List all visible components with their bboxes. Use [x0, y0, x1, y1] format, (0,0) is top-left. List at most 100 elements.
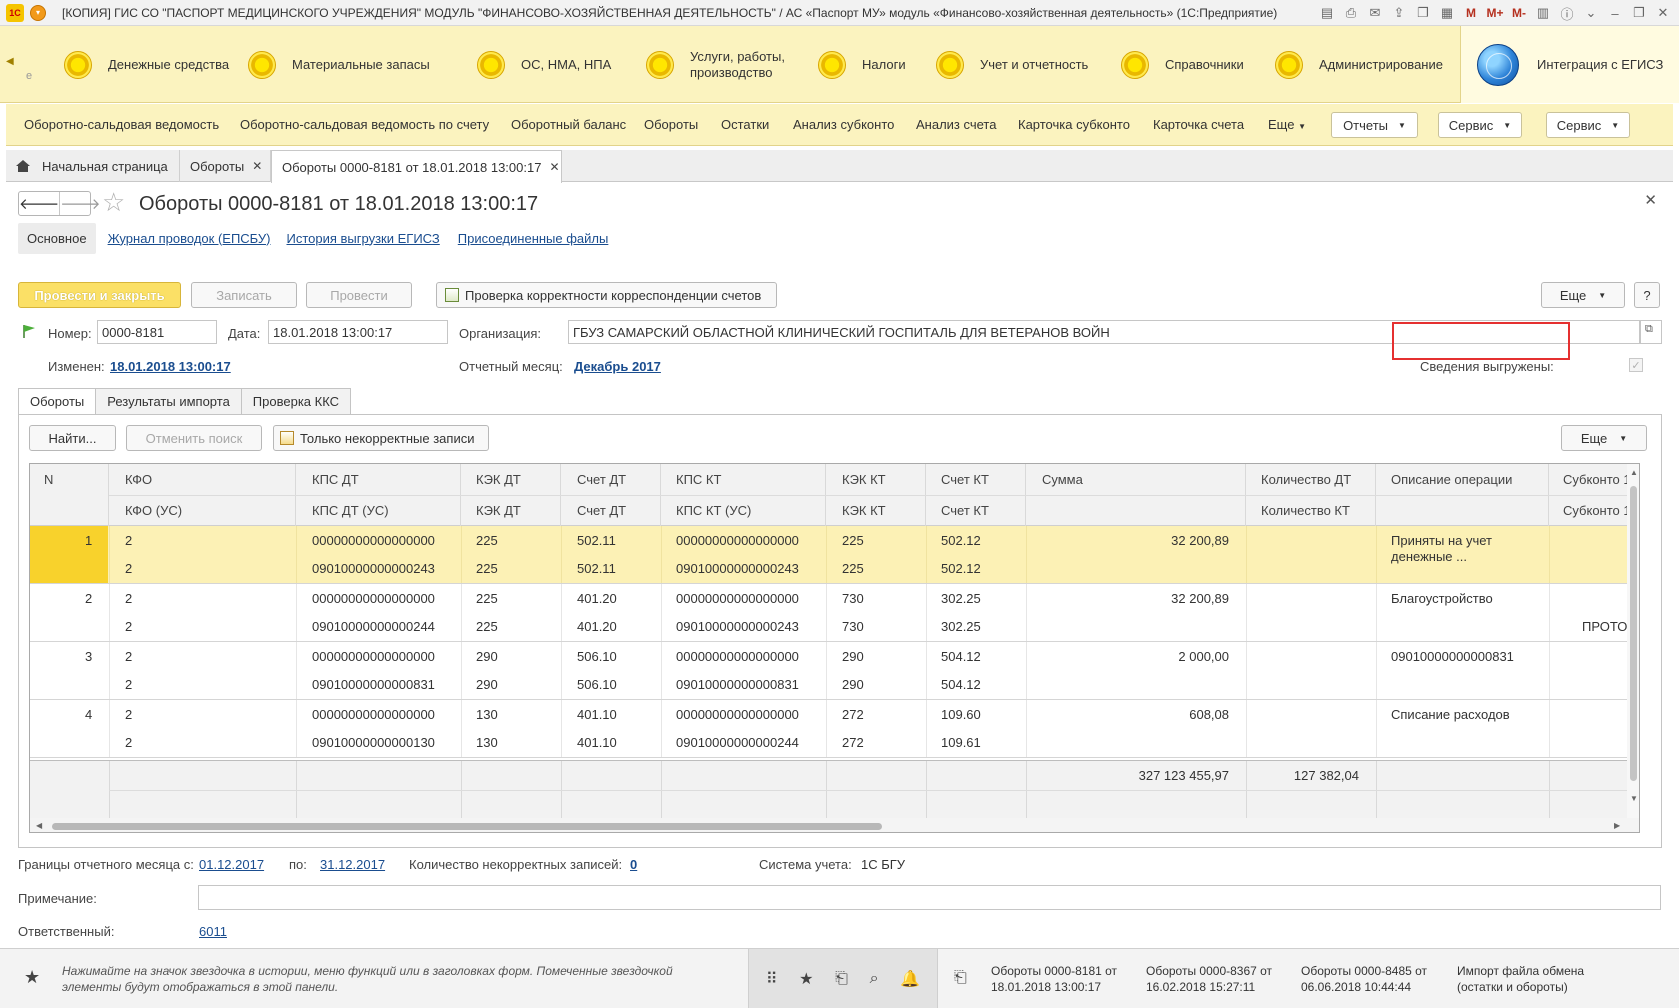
- col-header-qty-kt[interactable]: Количество КТ: [1261, 503, 1350, 518]
- responsible-value[interactable]: 6011: [199, 924, 227, 939]
- section-taxes[interactable]: Налоги: [818, 26, 906, 103]
- vertical-scroll-thumb[interactable]: [1630, 486, 1637, 781]
- date-field[interactable]: 18.01.2018 13:00:17: [268, 320, 448, 344]
- link-egisz-history[interactable]: История выгрузки ЕГИСЗ: [287, 231, 440, 246]
- section-administration[interactable]: Администрирование: [1275, 26, 1443, 103]
- col-header-n[interactable]: N: [44, 472, 53, 487]
- section-egisz-integration[interactable]: Интеграция с ЕГИСЗ: [1460, 26, 1679, 103]
- col-header-qty-dt[interactable]: Количество ДТ: [1261, 472, 1351, 487]
- calendar-icon[interactable]: ▦: [1437, 3, 1457, 23]
- col-header-account-dt[interactable]: Счет ДТ: [577, 472, 626, 487]
- note-field[interactable]: [198, 885, 1661, 910]
- history-item-1[interactable]: Обороты 0000-8181 от 18.01.2018 13:00:17: [991, 963, 1117, 995]
- col-header-description[interactable]: Описание операции: [1391, 472, 1512, 487]
- month-to-value[interactable]: 31.12.2017: [320, 857, 385, 872]
- panels-icon[interactable]: ▥: [1533, 3, 1553, 23]
- post-button[interactable]: Провести: [306, 282, 412, 308]
- func-turnovers[interactable]: Обороты: [644, 117, 698, 132]
- tab-kks-check[interactable]: Проверка ККС: [240, 388, 352, 415]
- favorites-icon[interactable]: ★: [799, 969, 813, 989]
- close-icon[interactable]: ✕: [549, 160, 559, 174]
- func-turnover-balance-by-account[interactable]: Оборотно-сальдовая ведомость по счету: [240, 117, 489, 132]
- col-header-sum[interactable]: Сумма: [1042, 472, 1083, 487]
- history-item-2[interactable]: Обороты 0000-8367 от 16.02.2018 15:27:11: [1146, 963, 1272, 995]
- col-header-kek-kt[interactable]: КЭК КТ: [842, 472, 886, 487]
- func-subconto-analysis[interactable]: Анализ субконто: [793, 117, 894, 132]
- func-subconto-card[interactable]: Карточка субконто: [1018, 117, 1130, 132]
- search-icon[interactable]: ⌕: [870, 970, 879, 988]
- main-menu-button[interactable]: ▾: [30, 4, 46, 21]
- section-money[interactable]: Денежные средства: [64, 26, 229, 103]
- func-balances[interactable]: Остатки: [721, 117, 769, 132]
- col-header-kfo[interactable]: КФО: [125, 472, 152, 487]
- scroll-down-icon[interactable]: ▼: [1630, 794, 1638, 803]
- scroll-right-icon[interactable]: ▶: [1614, 821, 1620, 830]
- table-row[interactable]: 4 2 2 00000000000000000 0901000000000013…: [30, 700, 1639, 758]
- save-icon[interactable]: ▤: [1317, 3, 1337, 23]
- help-button[interactable]: ?: [1634, 282, 1660, 308]
- post-and-close-button[interactable]: Провести и закрыть: [18, 282, 181, 308]
- link-main[interactable]: Основное: [18, 222, 96, 254]
- col-header-kfo-us[interactable]: КФО (УС): [125, 503, 182, 518]
- grid-menu-icon[interactable]: ⠿: [766, 969, 778, 989]
- tab-turnovers-document[interactable]: Обороты 0000-8181 от 18.01.2018 13:00:17…: [271, 150, 562, 183]
- close-icon[interactable]: ✕: [1653, 3, 1673, 23]
- restore-icon[interactable]: ❐: [1629, 3, 1649, 23]
- favorite-star-icon[interactable]: ★: [24, 967, 40, 988]
- section-fixed-assets[interactable]: ОС, НМА, НПА: [477, 26, 611, 103]
- col-header-kek-dt[interactable]: КЭК ДТ: [476, 472, 521, 487]
- cancel-search-button[interactable]: Отменить поиск: [126, 425, 262, 451]
- tab-home[interactable]: Начальная страница: [6, 150, 180, 182]
- back-arrow-icon[interactable]: 🡐: [19, 192, 61, 215]
- turnovers-table[interactable]: N КФО КФО (УС) КПС ДТ КПС ДТ (УС) КЭК ДТ…: [29, 463, 1640, 833]
- scroll-left-icon[interactable]: ◀: [6, 56, 14, 67]
- table-row[interactable]: 3 2 2 00000000000000000 0901000000000083…: [30, 642, 1639, 700]
- horizontal-scrollbar[interactable]: ◀ ▶: [30, 818, 1639, 832]
- info-icon[interactable]: ⓘ: [1557, 3, 1577, 23]
- find-button[interactable]: Найти...: [29, 425, 116, 451]
- col-header-kek-dt-2[interactable]: КЭК ДТ: [476, 503, 521, 518]
- func-account-analysis[interactable]: Анализ счета: [916, 117, 996, 132]
- section-materials[interactable]: Материальные запасы: [248, 26, 430, 103]
- section-services[interactable]: Услуги, работы, производство: [646, 26, 810, 103]
- vertical-scrollbar[interactable]: ▲ ▼: [1627, 464, 1639, 818]
- more-button[interactable]: Еще ▼: [1541, 282, 1625, 308]
- close-icon[interactable]: ✕: [1644, 191, 1657, 209]
- memory-m-plus-button[interactable]: M+: [1485, 3, 1505, 23]
- only-incorrect-button[interactable]: Только некорректные записи: [273, 425, 489, 451]
- minimize-icon[interactable]: –: [1605, 3, 1625, 23]
- chevron-down-icon[interactable]: ⌄: [1581, 3, 1601, 23]
- grid-more-button[interactable]: Еще ▼: [1561, 425, 1647, 451]
- col-header-kek-kt-2[interactable]: КЭК КТ: [842, 503, 886, 518]
- copy-icon[interactable]: ❐: [1413, 3, 1433, 23]
- func-turnover-balance[interactable]: Оборотный баланс: [511, 117, 626, 132]
- favorite-star-icon[interactable]: ☆: [102, 187, 125, 218]
- col-header-account-kt[interactable]: Счет КТ: [941, 472, 989, 487]
- history-item-4[interactable]: Импорт файла обмена (остатки и обороты): [1457, 963, 1584, 995]
- scroll-up-icon[interactable]: ▲: [1630, 468, 1638, 477]
- exported-checkbox[interactable]: ✓: [1629, 358, 1643, 372]
- section-references[interactable]: Справочники: [1121, 26, 1244, 103]
- col-header-kps-dt-us[interactable]: КПС ДТ (УС): [312, 503, 389, 518]
- scroll-left-icon[interactable]: ◀: [36, 821, 42, 830]
- link-attached-files[interactable]: Присоединенные файлы: [458, 231, 609, 246]
- memory-m-button[interactable]: M: [1461, 3, 1481, 23]
- col-header-account-kt-2[interactable]: Счет КТ: [941, 503, 989, 518]
- col-header-kps-dt[interactable]: КПС ДТ: [312, 472, 359, 487]
- col-header-kps-kt[interactable]: КПС КТ: [676, 472, 721, 487]
- func-account-card[interactable]: Карточка счета: [1153, 117, 1244, 132]
- horizontal-scroll-thumb[interactable]: [52, 823, 882, 830]
- incorrect-count-value[interactable]: 0: [630, 857, 637, 872]
- history-item-3[interactable]: Обороты 0000-8485 от 06.06.2018 10:44:44: [1301, 963, 1427, 995]
- link-journal[interactable]: Журнал проводок (ЕПСБУ): [108, 231, 271, 246]
- section-accounting[interactable]: Учет и отчетность: [936, 26, 1088, 103]
- forward-arrow-icon[interactable]: 🡒: [60, 192, 100, 215]
- tab-turnovers-inner[interactable]: Обороты: [18, 388, 96, 415]
- table-row[interactable]: 1 2 2 00000000000000000 0901000000000024…: [30, 526, 1639, 584]
- col-header-kps-kt-us[interactable]: КПС КТ (УС): [676, 503, 751, 518]
- table-row[interactable]: 2 2 2 00000000000000000 0901000000000024…: [30, 584, 1639, 642]
- attach-icon[interactable]: ⇪: [1389, 3, 1409, 23]
- func-more[interactable]: Еще ▼: [1268, 117, 1306, 132]
- history-icon[interactable]: ⎗: [835, 970, 848, 988]
- number-field[interactable]: 0000-8181: [97, 320, 217, 344]
